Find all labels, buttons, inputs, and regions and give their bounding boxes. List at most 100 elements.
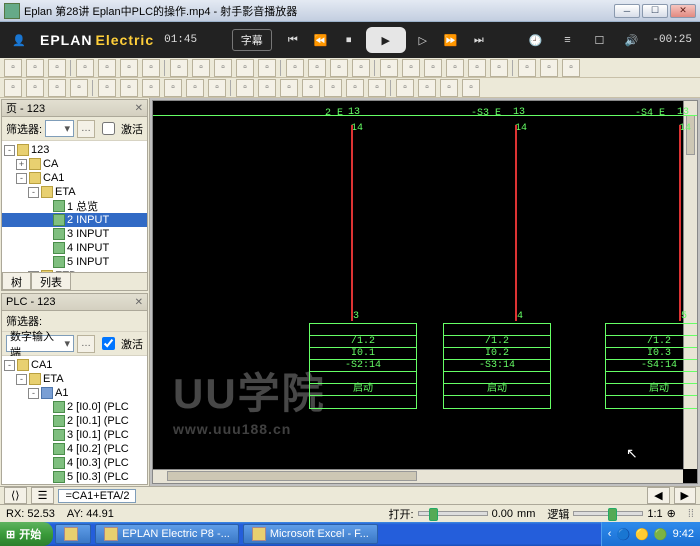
pages-activate-checkbox[interactable]: 激活 bbox=[98, 119, 143, 138]
tree-node[interactable]: 5 [I0.3] (PLC bbox=[2, 470, 147, 484]
start-button[interactable]: ⊞ 开始 bbox=[0, 522, 53, 546]
toolbar-button[interactable]: ▫ bbox=[70, 79, 88, 97]
tree-expand-icon[interactable]: - bbox=[28, 187, 39, 198]
taskbar-item-player[interactable] bbox=[55, 524, 91, 544]
tree-node[interactable]: -ETA bbox=[2, 185, 147, 199]
toolbar-button[interactable]: ▫ bbox=[258, 59, 276, 77]
tree-node[interactable]: 1 总览 bbox=[2, 199, 147, 213]
system-tray[interactable]: ‹ 🔵 🟡 🟢 9:42 bbox=[601, 522, 700, 546]
toolbar-button[interactable]: ▫ bbox=[308, 59, 326, 77]
toolbar-button[interactable]: ▫ bbox=[142, 59, 160, 77]
clock-icon[interactable]: 🕘 bbox=[524, 29, 546, 51]
toolbar-button[interactable]: ▫ bbox=[164, 79, 182, 97]
minimize-button[interactable]: ─ bbox=[614, 4, 640, 18]
toolbar-button[interactable]: ▫ bbox=[186, 79, 204, 97]
subtitle-button[interactable]: 字幕 bbox=[232, 29, 272, 51]
toolbar-button[interactable]: ▫ bbox=[346, 79, 364, 97]
toolbar-button[interactable]: ▫ bbox=[352, 59, 370, 77]
toolbar-button[interactable]: ▫ bbox=[396, 79, 414, 97]
toolbar-button[interactable]: ▫ bbox=[236, 59, 254, 77]
plc-filter-dropdown[interactable]: 数字输入端▾ bbox=[6, 335, 74, 352]
filter-config-button[interactable]: … bbox=[77, 335, 95, 353]
toolbar-button[interactable]: ▫ bbox=[192, 59, 210, 77]
tool-new-icon[interactable]: ▫ bbox=[4, 59, 22, 77]
toolbar-button[interactable]: ▫ bbox=[4, 79, 22, 97]
toolbar-button[interactable]: ▫ bbox=[402, 59, 420, 77]
toolbar-button[interactable]: ▫ bbox=[540, 59, 558, 77]
tree-node[interactable]: -CA1 bbox=[2, 358, 147, 372]
plc-panel-close-icon[interactable]: ✕ bbox=[135, 297, 143, 308]
tree-expand-icon[interactable]: + bbox=[16, 159, 27, 170]
tree-node[interactable]: 3 [I0.1] (PLC bbox=[2, 428, 147, 442]
tree-node[interactable]: 3 INPUT bbox=[2, 227, 147, 241]
taskbar-item-eplan[interactable]: EPLAN Electric P8 -... bbox=[95, 524, 239, 544]
stop-button[interactable]: ⏹ bbox=[338, 29, 360, 51]
tree-node[interactable]: 4 [I0.2] (PLC bbox=[2, 442, 147, 456]
toolbar-button[interactable]: ▫ bbox=[208, 79, 226, 97]
tree-node[interactable]: 2 INPUT bbox=[2, 213, 147, 227]
plc-io-block[interactable]: /1.2I0.2-S3:14启动 bbox=[443, 323, 551, 409]
toolbar-button[interactable]: ▫ bbox=[418, 79, 436, 97]
toolbar-button[interactable]: ▫ bbox=[120, 79, 138, 97]
tray-icon[interactable]: 🟢 bbox=[654, 528, 668, 541]
tree-expand-icon[interactable]: - bbox=[16, 374, 27, 385]
toolbar-button[interactable]: ▫ bbox=[462, 79, 480, 97]
tray-icon[interactable]: 🔵 bbox=[616, 528, 630, 541]
tree-node[interactable]: -A1 bbox=[2, 386, 147, 400]
tray-icon[interactable]: 🟡 bbox=[635, 528, 649, 541]
toolbar-button[interactable]: ▫ bbox=[446, 59, 464, 77]
plc-io-block[interactable]: /1.2I0.1-S2:14启动 bbox=[309, 323, 417, 409]
tree-expand-icon[interactable]: - bbox=[28, 388, 39, 399]
window-icon[interactable]: ☐ bbox=[588, 29, 610, 51]
prev-track-button[interactable]: ⏮ bbox=[282, 29, 304, 51]
volume-icon[interactable]: 🔊 bbox=[620, 29, 642, 51]
list-icon[interactable]: ≡ bbox=[556, 29, 578, 51]
tree-node[interactable]: 4 [I0.3] (PLC bbox=[2, 456, 147, 470]
tray-chevron-icon[interactable]: ‹ bbox=[608, 528, 612, 540]
tree-node[interactable]: 2 [I0.0] (PLC bbox=[2, 400, 147, 414]
vertical-scrollbar[interactable] bbox=[683, 101, 697, 469]
tree-node[interactable]: -123 bbox=[2, 143, 147, 157]
tree-expand-icon[interactable]: - bbox=[4, 145, 15, 156]
close-button[interactable]: ✕ bbox=[670, 4, 696, 18]
toolbar-button[interactable]: ▫ bbox=[280, 79, 298, 97]
avatar-button[interactable]: 👤 bbox=[8, 29, 30, 51]
toolbar-button[interactable]: ▫ bbox=[330, 59, 348, 77]
pages-tab-list[interactable]: 列表 bbox=[31, 273, 71, 290]
toolbar-button[interactable]: ▫ bbox=[142, 79, 160, 97]
toolbar-button[interactable]: ▫ bbox=[302, 79, 320, 97]
toolbar-button[interactable]: ▫ bbox=[98, 59, 116, 77]
pages-tab-tree[interactable]: 树 bbox=[2, 273, 31, 290]
tree-node[interactable]: 4 INPUT bbox=[2, 241, 147, 255]
pages-tree[interactable]: -123+CA-CA1-ETA1 总览2 INPUT3 INPUT4 INPUT… bbox=[2, 141, 147, 272]
tool-open-icon[interactable]: ▫ bbox=[26, 59, 44, 77]
tree-node[interactable]: -CA1 bbox=[2, 171, 147, 185]
maximize-button[interactable]: ☐ bbox=[642, 4, 668, 18]
play-button[interactable]: ▶ bbox=[366, 27, 406, 53]
rewind-button[interactable]: ⏪ bbox=[310, 29, 332, 51]
tree-node[interactable]: +CA bbox=[2, 157, 147, 171]
taskbar-item-excel[interactable]: Microsoft Excel - F... bbox=[243, 524, 378, 544]
toolbar-button[interactable]: ▫ bbox=[562, 59, 580, 77]
toolbar-button[interactable]: ▫ bbox=[236, 79, 254, 97]
open-slider[interactable] bbox=[418, 511, 488, 516]
plc-activate-checkbox[interactable]: 激活 bbox=[98, 334, 143, 353]
tree-node[interactable]: -ETA bbox=[2, 372, 147, 386]
toolbar-button[interactable]: ▫ bbox=[286, 59, 304, 77]
scroll-left-button[interactable]: ◀ bbox=[647, 487, 669, 504]
toolbar-button[interactable]: ▫ bbox=[98, 79, 116, 97]
bottom-tab-list[interactable]: ☰ bbox=[31, 487, 55, 504]
toolbar-button[interactable]: ▫ bbox=[380, 59, 398, 77]
plc-io-block[interactable]: /1.2I0.3-S4:14启动 bbox=[605, 323, 698, 409]
filter-config-button[interactable]: … bbox=[77, 120, 95, 138]
toolbar-button[interactable]: ▫ bbox=[518, 59, 536, 77]
toolbar-button[interactable]: ▫ bbox=[258, 79, 276, 97]
horizontal-scrollbar[interactable] bbox=[153, 469, 683, 483]
toolbar-button[interactable]: ▫ bbox=[26, 79, 44, 97]
tool-save-icon[interactable]: ▫ bbox=[48, 59, 66, 77]
toolbar-button[interactable]: ▫ bbox=[48, 79, 66, 97]
toolbar-button[interactable]: ▫ bbox=[170, 59, 188, 77]
tree-node[interactable]: 5 INPUT bbox=[2, 255, 147, 269]
plc-tree[interactable]: -CA1-ETA-A12 [I0.0] (PLC2 [I0.1] (PLC3 [… bbox=[2, 356, 147, 484]
toolbar-button[interactable]: ▫ bbox=[324, 79, 342, 97]
